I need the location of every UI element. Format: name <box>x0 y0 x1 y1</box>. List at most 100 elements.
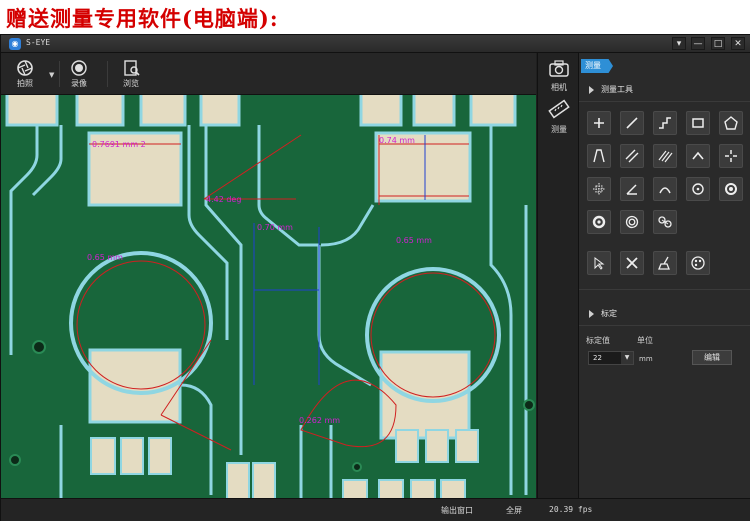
minimize-button[interactable]: — <box>691 37 705 50</box>
circle-center-icon <box>692 183 704 195</box>
divider <box>579 325 750 326</box>
maximize-button[interactable]: □ <box>711 37 725 50</box>
arc-icon <box>659 187 671 194</box>
tool-button-select[interactable] <box>587 251 611 275</box>
aperture-icon <box>17 60 33 76</box>
angle-icon <box>692 151 704 160</box>
two-circles-icon <box>658 216 672 228</box>
browse-label: 浏览 <box>123 79 139 88</box>
tool-button-color-palette[interactable] <box>686 251 710 275</box>
side-tab-bar: 相机 测量 <box>537 53 579 498</box>
menu-dropdown-button[interactable]: ▾ <box>672 37 686 50</box>
polygon-icon <box>724 116 738 130</box>
tool-button-point[interactable] <box>587 111 611 135</box>
tool-button-circle[interactable] <box>719 177 743 201</box>
ruler-icon <box>548 99 570 119</box>
calibration-section-header[interactable]: 标定 <box>579 305 750 323</box>
toolbar-divider <box>107 61 108 87</box>
app-window: ◉ S-EYE ▾ — □ ✕ 拍照 ▼ 录像 浏览 0.7691 mm 2 0… <box>0 34 750 521</box>
unit-label: 单位 <box>637 336 653 345</box>
rectangle-icon <box>692 118 704 128</box>
tool-button-angle-lines[interactable] <box>587 144 611 168</box>
status-bar: 输出窗口 全屏 20.39 fps <box>1 498 750 521</box>
camera-app-logo: ◉ <box>9 38 21 50</box>
calib-value-label: 标定值 <box>586 336 610 345</box>
expand-arrow-icon <box>589 86 594 94</box>
fullscreen-button[interactable]: 全屏 <box>506 505 522 516</box>
camera-viewport[interactable]: 0.7691 mm 2 0.74 mm 4.42 deg 0.70 mm 0.6… <box>1 95 536 498</box>
tool-button-ring[interactable] <box>587 210 611 234</box>
crosshair-icon <box>725 150 737 162</box>
camera-icon <box>549 60 569 77</box>
tools-section-header[interactable]: 测量工具 <box>579 81 750 99</box>
polyline-icon <box>659 117 671 129</box>
measurement-label: 0.65 mm <box>87 253 123 262</box>
tool-button-polyline[interactable] <box>653 111 677 135</box>
ring-icon <box>592 215 606 229</box>
record-icon <box>71 60 87 76</box>
photo-button[interactable]: 拍照 ▼ <box>5 57 54 91</box>
color-palette-icon <box>691 256 705 270</box>
tool-button-circle-center[interactable] <box>686 177 710 201</box>
calibration-section-title: 标定 <box>601 309 617 318</box>
line-icon <box>626 117 638 129</box>
tool-button-corner-angle[interactable] <box>620 177 644 201</box>
tool-button-delete[interactable] <box>620 251 644 275</box>
tab-measure[interactable]: 测量 <box>540 99 578 135</box>
promo-banner: 赠送测量专用软件(电脑端): <box>0 0 750 34</box>
clear-icon <box>658 256 670 270</box>
divider <box>579 101 750 102</box>
tool-button-arc[interactable] <box>653 177 677 201</box>
record-button[interactable]: 录像 <box>59 57 99 91</box>
measurement-label: 4.42 deg <box>206 195 241 204</box>
tab-camera[interactable]: 相机 <box>540 59 578 95</box>
tool-button-multi-lines[interactable] <box>653 144 677 168</box>
tab-camera-label: 相机 <box>551 83 567 92</box>
photo-label: 拍照 <box>17 79 33 88</box>
delete-icon <box>626 257 638 269</box>
tab-measure-label: 测量 <box>551 125 567 134</box>
tool-button-crosshair[interactable] <box>719 144 743 168</box>
concentric-circle-icon <box>625 215 639 229</box>
measurement-label: 0.7691 mm 2 <box>92 140 146 149</box>
tool-button-polygon[interactable] <box>719 111 743 135</box>
close-button[interactable]: ✕ <box>731 37 745 50</box>
output-window-button[interactable]: 输出窗口 <box>441 505 473 516</box>
tool-button-parallel-lines[interactable] <box>620 144 644 168</box>
chevron-down-icon[interactable]: ▼ <box>621 352 633 364</box>
title-bar: ◉ S-EYE ▾ — □ ✕ <box>1 35 750 53</box>
measurement-label: 0.70 mm <box>257 223 293 232</box>
edit-button[interactable]: 编辑 <box>692 350 732 365</box>
tool-button-line[interactable] <box>620 111 644 135</box>
pcb-image: 0.7691 mm 2 0.74 mm 4.42 deg 0.70 mm 0.6… <box>1 95 536 498</box>
calib-value-select[interactable]: 22 ▼ <box>588 351 634 365</box>
banner-text: 赠送测量专用软件(电脑端): <box>6 6 279 31</box>
parallel-lines-icon <box>625 149 639 163</box>
toolbar: 拍照 ▼ 录像 浏览 <box>1 53 536 95</box>
tool-button-clear[interactable] <box>653 251 677 275</box>
measurement-label: 0.65 mm <box>396 236 432 245</box>
tools-section-title: 测量工具 <box>601 85 633 94</box>
tool-button-concentric-circle[interactable] <box>620 210 644 234</box>
photo-dropdown-icon[interactable]: ▼ <box>49 71 54 79</box>
calib-unit: mm <box>639 355 653 363</box>
grid-icon <box>593 183 605 195</box>
divider <box>579 289 750 290</box>
circle-icon <box>725 183 737 195</box>
select-icon <box>594 257 605 270</box>
corner-angle-icon <box>626 184 637 195</box>
fps-readout: 20.39 fps <box>549 505 593 514</box>
app-title: S-EYE <box>26 38 51 47</box>
measurement-label: 0.74 mm <box>379 136 415 145</box>
point-icon <box>594 118 604 128</box>
panel-tag: 测量 <box>581 59 613 73</box>
tool-button-angle[interactable] <box>686 144 710 168</box>
tool-button-grid[interactable] <box>587 177 611 201</box>
browse-icon <box>124 60 140 76</box>
browse-button[interactable]: 浏览 <box>111 57 151 91</box>
tool-button-two-circles[interactable] <box>653 210 677 234</box>
expand-arrow-icon <box>589 310 594 318</box>
tool-button-rectangle[interactable] <box>686 111 710 135</box>
multi-lines-icon <box>658 150 673 163</box>
measure-panel: 测量 测量工具 标定 标定值 单位 22 ▼ mm 编辑 <box>579 53 750 498</box>
